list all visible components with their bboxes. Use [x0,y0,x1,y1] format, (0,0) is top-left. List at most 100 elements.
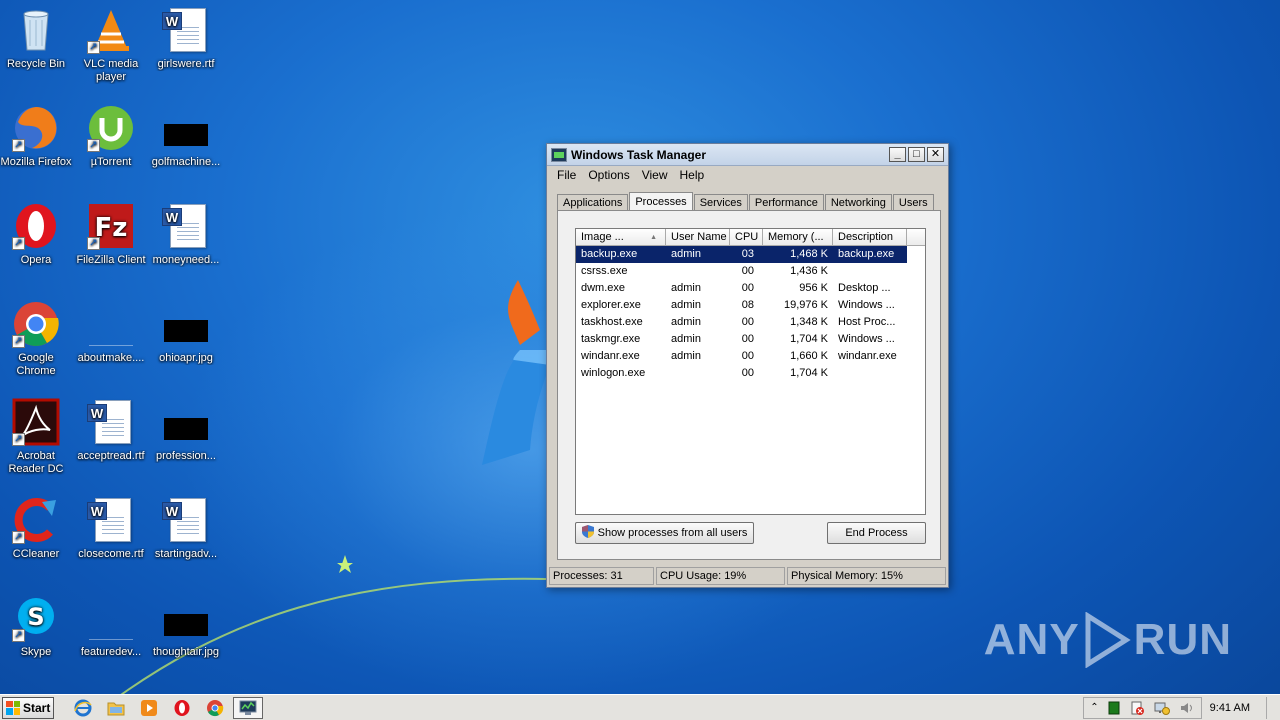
task-manager-window[interactable]: Windows Task Manager _ □ ✕ File Options … [546,143,949,588]
desktop-icon-acrobat[interactable]: ↗ Acrobat Reader DC [0,398,74,476]
explorer-folder-icon [107,702,125,715]
shortcut-arrow-icon: ↗ [12,139,25,152]
desktop-icon-ccleaner[interactable]: ↗ CCleaner [0,496,74,561]
action-center-icon[interactable] [1129,701,1145,715]
process-row[interactable]: winlogon.exe 00 1,704 K [576,365,925,382]
taskbar-task-manager[interactable] [233,696,263,719]
minimize-button[interactable]: _ [889,147,906,162]
menu-help[interactable]: Help [674,168,711,182]
show-all-processes-button[interactable]: Show processes from all users [575,522,754,544]
processes-panel: Image ... ▲ User Name CPU Memory (... De… [557,210,941,560]
process-row[interactable]: taskmgr.exe admin 00 1,704 K Windows ... [576,331,925,348]
shortcut-arrow-icon: ↗ [12,335,25,348]
taskbar-media-player[interactable] [134,697,164,719]
process-row[interactable]: explorer.exe admin 08 19,976 K Windows .… [576,297,925,314]
desktop-icon-startingadv[interactable]: W startingadv... [148,496,224,561]
show-hidden-icons-icon[interactable]: ⌃ [1090,702,1098,713]
process-row[interactable]: windanr.exe admin 00 1,660 K windanr.exe [576,348,925,365]
desktop-icon-utorrent[interactable]: ↗ µTorrent [73,104,149,169]
filezilla-icon: Fz ↗ [87,202,135,250]
desktop-icon-chrome[interactable]: ↗ Google Chrome [0,300,74,378]
word-document-icon: W [162,496,210,544]
svg-text:S: S [27,603,44,631]
start-button[interactable]: Start [2,696,54,719]
status-physical-memory: Physical Memory: 15% [787,567,946,585]
menu-bar: File Options View Help [547,166,948,184]
desktop-icon-aboutmake[interactable]: aboutmake.... [73,300,149,365]
taskbar-explorer[interactable] [101,697,131,719]
task-manager-titlebar[interactable]: Windows Task Manager _ □ ✕ [547,144,948,166]
chrome-icon [207,699,224,716]
process-list[interactable]: Image ... ▲ User Name CPU Memory (... De… [575,228,926,515]
taskbar-internet-explorer[interactable] [68,697,98,719]
menu-file[interactable]: File [551,168,582,182]
column-header-image-name[interactable]: Image ... ▲ [576,229,666,245]
process-row[interactable]: backup.exe admin 03 1,468 K backup.exe [576,246,907,263]
internet-explorer-icon [74,699,92,716]
desktop-icon-ohioapr[interactable]: ohioapr.jpg [148,300,224,365]
close-button[interactable]: ✕ [927,147,944,162]
menu-options[interactable]: Options [582,168,635,182]
column-header-user-name[interactable]: User Name [666,229,730,245]
blank-file-icon [87,594,135,642]
chrome-icon: ↗ [12,300,60,348]
desktop-icon-recycle-bin[interactable]: Recycle Bin [0,6,74,71]
column-header-cpu[interactable]: CPU [730,229,763,245]
shortcut-arrow-icon: ↗ [12,237,25,250]
process-row[interactable]: taskhost.exe admin 00 1,348 K Host Proc.… [576,314,925,331]
desktop-icon-skype[interactable]: S ↗ Skype [0,594,74,659]
shortcut-arrow-icon: ↗ [87,237,100,250]
desktop-icon-moneyneed[interactable]: W moneyneed... [148,202,224,267]
task-manager-icon [239,700,257,715]
uac-shield-icon [581,525,594,538]
column-header-description[interactable]: Description [833,229,907,245]
desktop-icon-acceptread[interactable]: W acceptread.rtf [73,398,149,463]
desktop-icon-vlc[interactable]: ↗ VLC media player [73,6,149,84]
desktop-icon-closecome[interactable]: W closecome.rtf [73,496,149,561]
desktop-icon-featuredev[interactable]: featuredev... [73,594,149,659]
volume-icon[interactable] [1179,701,1195,715]
end-process-button[interactable]: End Process [827,522,926,544]
taskbar-opera[interactable] [167,697,197,719]
image-thumbnail-icon [162,594,210,642]
shortcut-arrow-icon: ↗ [12,629,25,642]
window-title: Windows Task Manager [571,147,707,162]
task-manager-icon [551,147,567,162]
media-player-icon [141,699,157,716]
process-list-header: Image ... ▲ User Name CPU Memory (... De… [576,229,925,246]
desktop-icon-opera[interactable]: ↗ Opera [0,202,74,267]
network-monitor-icon[interactable] [1108,701,1120,715]
show-desktop-button[interactable] [1266,696,1280,719]
network-icon[interactable] [1154,701,1170,715]
vlc-icon: ↗ [87,6,135,54]
desktop-icon-profession[interactable]: profession... [148,398,224,463]
opera-icon: ↗ [12,202,60,250]
recycle-bin-icon [12,6,60,54]
opera-icon [174,699,190,716]
shortcut-arrow-icon: ↗ [87,41,100,54]
play-logo-icon [1085,612,1131,668]
desktop-icon-girlswere[interactable]: W girlswere.rtf [148,6,224,71]
desktop-icon-filezilla[interactable]: Fz ↗ FileZilla Client [73,202,149,267]
shortcut-arrow-icon: ↗ [87,139,100,152]
maximize-button[interactable]: □ [908,147,925,162]
skype-icon: S ↗ [12,594,60,642]
taskbar-clock[interactable]: 9:41 AM [1210,702,1250,714]
process-row[interactable]: dwm.exe admin 00 956 K Desktop ... [576,280,925,297]
tab-strip: Applications Processes Services Performa… [557,191,935,213]
menu-view[interactable]: View [636,168,674,182]
window-controls: _ □ ✕ [889,147,948,162]
anyrun-watermark: ANY RUN [984,612,1232,668]
column-header-memory[interactable]: Memory (... [763,229,833,245]
image-thumbnail-icon [162,104,210,152]
desktop-icon-firefox[interactable]: ↗ Mozilla Firefox [0,104,74,169]
desktop-icon-thoughtair[interactable]: thoughtair.jpg [148,594,224,659]
process-row[interactable]: csrss.exe 00 1,436 K [576,263,925,280]
image-thumbnail-icon [162,300,210,348]
word-document-icon: W [87,398,135,446]
taskbar-chrome[interactable] [200,697,230,719]
windows-flag-icon [6,700,20,715]
desktop-icon-golfmachine[interactable]: golfmachine... [148,104,224,169]
utorrent-icon: ↗ [87,104,135,152]
word-document-icon: W [162,202,210,250]
